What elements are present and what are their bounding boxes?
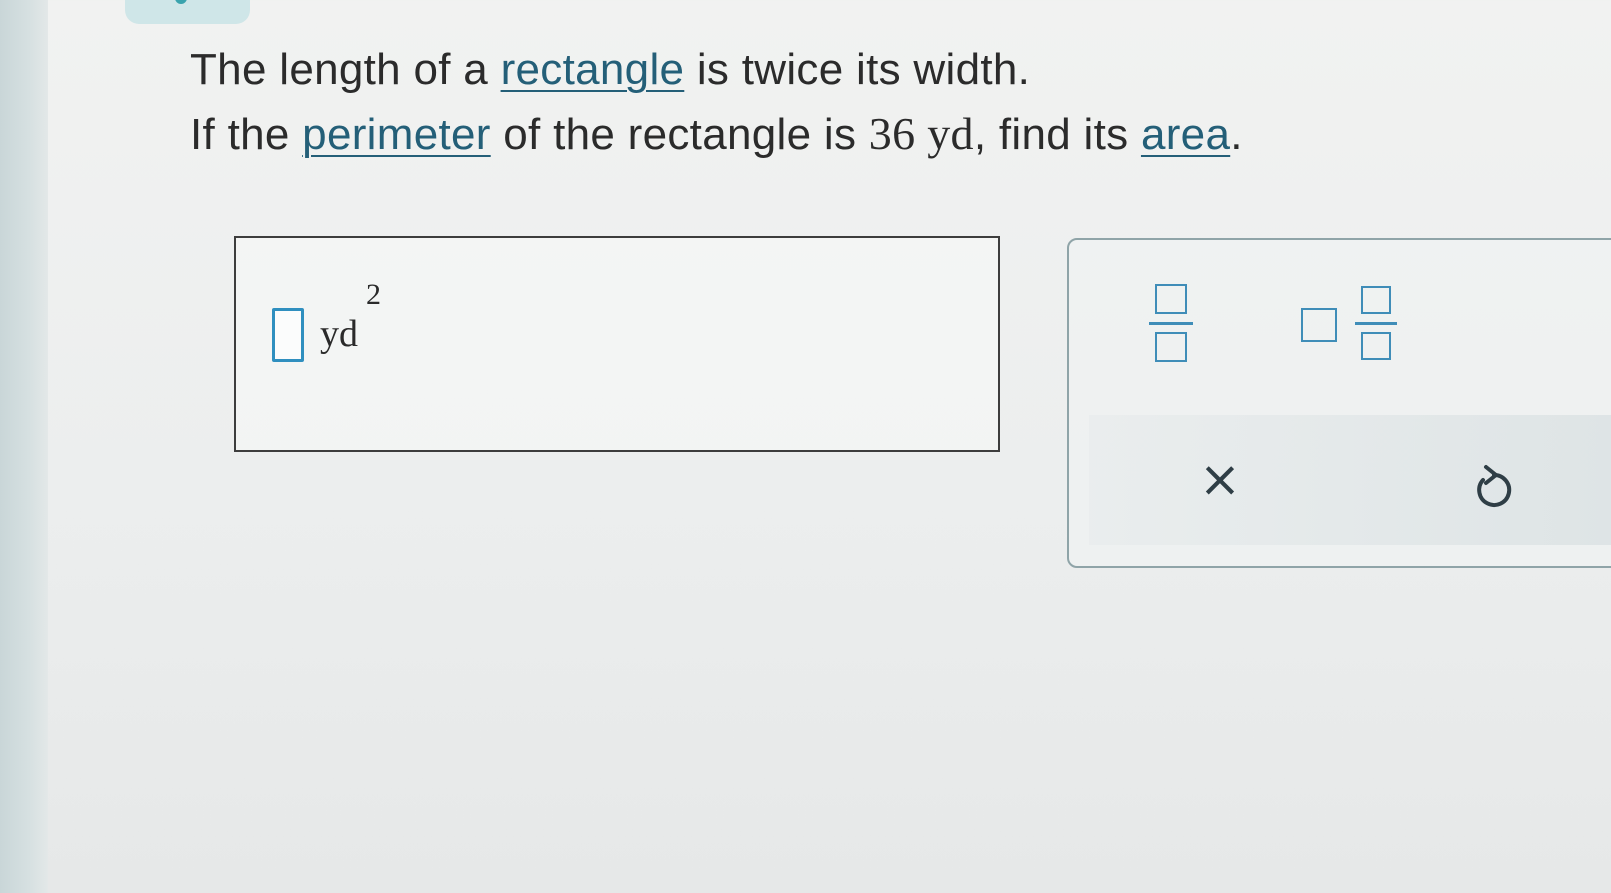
mixed-number-button[interactable]: [1301, 280, 1401, 370]
perimeter-unit: yd: [915, 108, 974, 159]
clear-icon[interactable]: ×: [1199, 454, 1241, 504]
math-toolpad: ×: [1067, 238, 1611, 568]
question-line-2: If the perimeter of the rectangle is 36 …: [190, 102, 1243, 167]
term-perimeter-link[interactable]: perimeter: [302, 110, 491, 159]
question-text-segment: of the rectangle is: [490, 110, 869, 159]
undo-icon: [1477, 465, 1512, 507]
term-rectangle-link[interactable]: rectangle: [501, 45, 685, 94]
answer-box: yd 2: [234, 236, 1000, 452]
left-rail: [0, 0, 48, 893]
answer-unit: yd: [320, 313, 358, 355]
question-text-segment: The length of a: [190, 45, 501, 94]
question-text-segment: is twice its width.: [684, 45, 1031, 94]
top-tab[interactable]: [125, 0, 250, 24]
fraction-button[interactable]: [1149, 280, 1193, 370]
tab-indicator-icon: [175, 0, 187, 4]
question-text-segment: .: [1230, 110, 1243, 159]
question-line-1: The length of a rectangle is twice its w…: [190, 38, 1243, 102]
question-text: The length of a rectangle is twice its w…: [190, 38, 1243, 167]
answer-input[interactable]: [272, 308, 304, 362]
perimeter-value: 36: [868, 108, 916, 159]
term-area-link[interactable]: area: [1141, 110, 1230, 159]
question-text-segment: If the: [190, 110, 303, 159]
toolpad-action-row: [1089, 415, 1611, 545]
undo-button[interactable]: [1469, 462, 1519, 512]
answer-unit-exponent: 2: [366, 278, 381, 311]
question-text-segment: , find its: [973, 110, 1141, 159]
